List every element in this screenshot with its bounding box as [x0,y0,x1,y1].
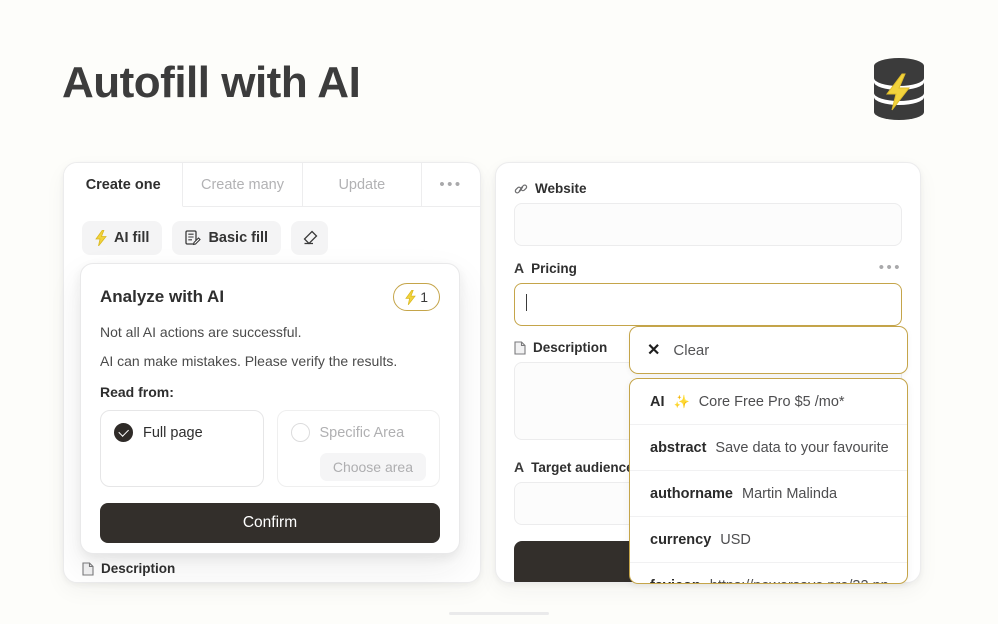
list-item[interactable]: currency USD [630,517,907,563]
list-item[interactable]: authorname Martin Malinda [630,471,907,517]
choose-area-button[interactable]: Choose area [320,453,426,481]
radio-unchecked-icon[interactable] [291,423,310,442]
suggestion-dropdown: AI ✨ Core Free Pro $5 /mo* abstract Save… [629,378,908,584]
suggestion-value: https://powersave.pro/32.pn [710,578,889,585]
option-specific-area-label: Specific Area [320,425,405,441]
field-website-header: Website [514,181,902,196]
left-description-label: Description [101,561,175,576]
document-icon [514,341,526,355]
tab-label: Update [338,177,385,193]
tab-overflow-button[interactable]: ••• [422,163,480,206]
text-icon: A [514,459,524,475]
field-description-label: Description [533,340,607,355]
tab-label: Create one [86,177,161,193]
basic-fill-label: Basic fill [208,230,268,246]
lightning-icon [405,290,416,305]
suggestion-value: Martin Malinda [742,486,837,502]
dropdown-clear-label: Clear [673,342,709,359]
radio-checked-icon[interactable] [114,423,133,442]
sparkle-icon: ✨ [674,394,690,410]
fill-toolbar: AI fill Basic fill [64,207,480,265]
clear-fill-button[interactable] [291,221,328,255]
eraser-icon [301,230,318,246]
pricing-input[interactable] [514,283,902,326]
dropdown-clear-button[interactable]: ✕ Clear [629,326,908,374]
suggestion-value: Core Free Pro $5 /mo* [699,394,845,410]
lightning-icon [95,230,107,246]
suggestion-value: Save data to your favourite [715,440,888,456]
option-full-page-row: Full page [114,423,250,442]
field-website: Website [514,181,902,246]
option-specific-area-row: Specific Area [291,423,427,442]
document-icon [82,562,94,576]
left-description-field: Description [82,561,462,582]
field-pricing: A Pricing ••• [514,260,902,326]
suggestion-key: currency [650,532,711,548]
ai-fill-label: AI fill [114,230,149,246]
option-full-page[interactable]: Full page [100,410,264,487]
page-title: Autofill with AI [62,58,360,108]
confirm-button[interactable]: Confirm [100,503,440,543]
tab-update[interactable]: Update [303,163,422,206]
bottom-divider [449,612,549,615]
analyze-with-ai-modal: Analyze with AI 1 Not all AI actions are… [80,263,460,554]
form-edit-icon [185,230,201,246]
website-input[interactable] [514,203,902,246]
credit-badge: 1 [393,283,440,311]
modal-note-2: AI can make mistakes. Please verify the … [100,353,440,369]
tab-create-one[interactable]: Create one [64,163,183,207]
modal-title: Analyze with AI [100,287,224,307]
link-icon [514,182,528,196]
field-website-label: Website [535,181,587,196]
list-item[interactable]: abstract Save data to your favourite [630,425,907,471]
suggestion-key: AI [650,394,665,410]
modal-note-1: Not all AI actions are successful. [100,324,440,340]
field-target-audience-label: Target audience [531,460,634,475]
list-item[interactable]: favicon https://powersave.pro/32.pn [630,563,907,584]
tab-label: Create many [201,177,284,193]
ellipsis-icon: ••• [439,181,462,189]
read-from-label: Read from: [100,384,440,400]
list-item[interactable]: AI ✨ Core Free Pro $5 /mo* [630,379,907,425]
read-from-options: Full page Specific Area Choose area [100,410,440,487]
modal-header: Analyze with AI 1 [100,283,440,311]
field-pricing-label: Pricing [531,261,577,276]
database-lightning-icon [862,52,936,126]
basic-fill-button[interactable]: Basic fill [172,221,281,255]
text-icon: A [514,260,524,276]
close-icon: ✕ [647,340,660,360]
ai-fill-button[interactable]: AI fill [82,221,162,255]
text-cursor [526,294,527,311]
option-full-page-label: Full page [143,425,203,441]
field-pricing-more-button[interactable]: ••• [879,264,902,272]
credit-count: 1 [420,289,428,305]
field-pricing-header: A Pricing ••• [514,260,902,276]
suggestion-key: favicon [650,578,701,585]
suggestion-value: USD [720,532,751,548]
option-specific-area[interactable]: Specific Area Choose area [277,410,441,487]
suggestion-key: authorname [650,486,733,502]
tab-bar: Create one Create many Update ••• [64,163,480,207]
suggestion-key: abstract [650,440,706,456]
tab-create-many[interactable]: Create many [183,163,302,206]
